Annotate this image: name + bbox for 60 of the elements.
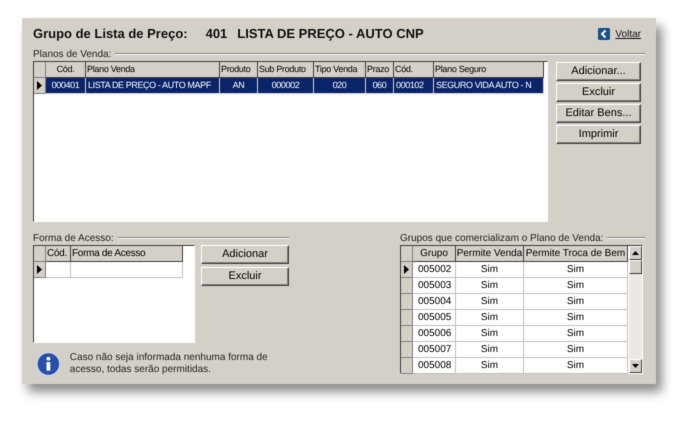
scroll-thumb[interactable] [629, 260, 642, 274]
section-label: Planos de Venda: [33, 48, 112, 62]
info-message: Caso não seja informada nenhuma forma de acesso, todas serão permitidas. [70, 352, 269, 376]
info-icon [36, 351, 61, 377]
table-cell: 005007 [413, 342, 456, 358]
table-cell: Sim [456, 310, 524, 326]
table-cell: Sim [456, 342, 524, 358]
scrollbar[interactable] [629, 246, 642, 373]
row-header[interactable] [34, 78, 46, 94]
column-header[interactable]: Cód. [46, 246, 71, 262]
table-cell [46, 262, 71, 278]
group-name: LISTA DE PREÇO - AUTO CNP [237, 25, 424, 44]
table-cell: Sim [524, 294, 628, 310]
back-link[interactable]: Voltar [615, 26, 641, 42]
row-header[interactable] [401, 262, 413, 278]
table-cell: Sim [524, 358, 628, 374]
row-pointer-icon [37, 265, 42, 274]
table-cell: 005003 [413, 278, 456, 294]
table-cell: Sim [524, 262, 628, 278]
scroll-down-icon[interactable] [632, 364, 639, 368]
page-title: Grupo de Lista de Preço: [33, 25, 188, 44]
table-cell: Sim [456, 294, 524, 310]
row-pointer-icon [37, 81, 42, 90]
table-cell: Sim [524, 326, 628, 342]
table-cell: 060 [366, 78, 394, 94]
row-pointer-icon [404, 265, 409, 274]
table-cell: SEGURO VIDA AUTO - N [434, 78, 544, 94]
table-cell: 000102 [394, 78, 434, 94]
table-cell: AN [220, 78, 258, 94]
column-header[interactable]: Forma de Acesso [71, 246, 183, 262]
action-button[interactable]: Excluir [201, 267, 289, 286]
table-cell: LISTA DE PREÇO - AUTO MAPF [86, 78, 220, 94]
column-header[interactable]: Permite Venda [456, 246, 524, 262]
table-cell: 005004 [413, 294, 456, 310]
row-header[interactable] [34, 262, 46, 278]
table-cell: 000401 [46, 78, 86, 94]
table-cell: Sim [456, 326, 524, 342]
table-cell: 000002 [258, 78, 314, 94]
action-button[interactable]: Editar Bens... [556, 104, 641, 123]
section-label: Grupos que comercializam o Plano de Venda: [400, 232, 604, 246]
table-cell: Sim [524, 278, 628, 294]
action-button[interactable]: Adicionar... [556, 62, 641, 81]
table-cell: 005002 [413, 262, 456, 278]
table-cell: 020 [314, 78, 366, 94]
table-cell: Sim [524, 342, 628, 358]
table-cell: 005005 [413, 310, 456, 326]
group-code: 401 [206, 25, 228, 44]
table-cell: 005008 [413, 358, 456, 374]
section-label: Forma de Acesso: [33, 232, 114, 246]
action-button[interactable]: Excluir [556, 83, 641, 102]
table-cell: Sim [456, 358, 524, 374]
table-cell: Sim [456, 278, 524, 294]
column-header[interactable]: Grupo [413, 246, 456, 262]
scroll-up-icon[interactable] [632, 251, 639, 255]
action-button[interactable]: Adicionar [201, 245, 289, 264]
table-cell: Sim [524, 310, 628, 326]
action-button[interactable]: Imprimir [556, 125, 641, 144]
table-cell: Sim [456, 262, 524, 278]
table-cell: 005006 [413, 326, 456, 342]
column-header[interactable]: Permite Troca de Bem [524, 246, 628, 262]
